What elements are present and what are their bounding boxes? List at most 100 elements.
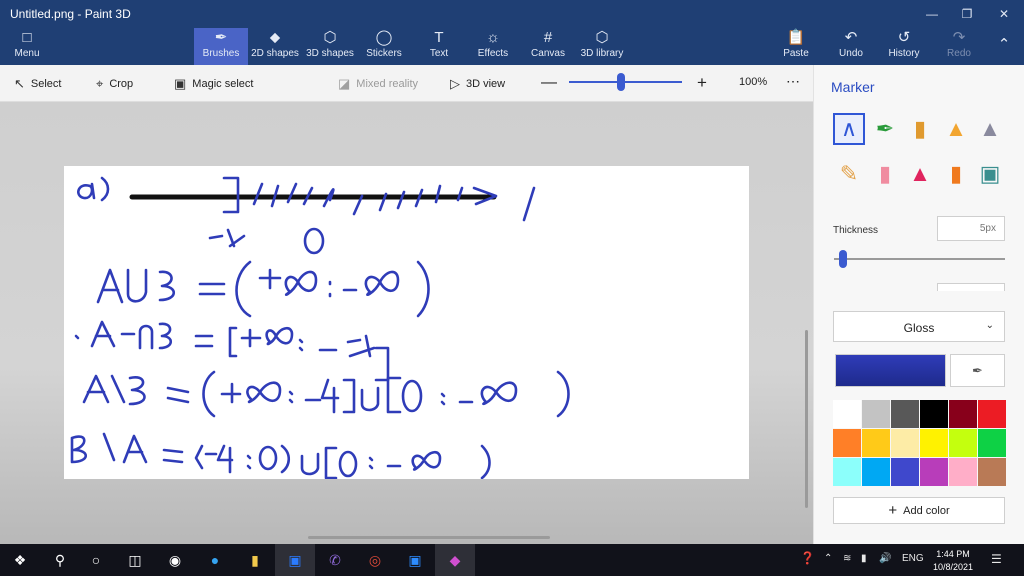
palette-color-swatch[interactable] xyxy=(862,400,890,428)
help-icon[interactable]: ❓ xyxy=(800,551,815,565)
palette-color-swatch[interactable] xyxy=(949,400,977,428)
zalo-button[interactable]: ▣ xyxy=(275,544,315,576)
crop-tool[interactable]: ⌖ Crop xyxy=(96,76,133,92)
crayon-icon[interactable]: ▲ xyxy=(904,158,936,190)
palette-color-swatch[interactable] xyxy=(978,429,1006,457)
palette-color-swatch[interactable] xyxy=(891,400,919,428)
eraser-icon[interactable]: ▮ xyxy=(869,158,901,190)
search-button[interactable]: ⚲ xyxy=(40,544,80,576)
more-options-button[interactable]: ⋯ xyxy=(786,73,800,90)
finish-value: Gloss xyxy=(903,321,935,335)
battery-icon[interactable]: ▮ xyxy=(861,553,867,564)
vertical-scrollbar[interactable] xyxy=(805,330,808,508)
color-palette xyxy=(833,400,1006,486)
paint3d-button[interactable]: ◆ xyxy=(435,544,475,576)
title-bar: Untitled.png - Paint 3D — ❐ ✕ xyxy=(0,0,1024,28)
tab-label: Brushes xyxy=(202,48,240,59)
palette-color-swatch[interactable] xyxy=(949,429,977,457)
zoom-out-button[interactable]: — xyxy=(541,74,557,92)
windows-icon: ❖ xyxy=(13,551,27,568)
close-button[interactable]: ✕ xyxy=(984,0,1024,28)
spray-can-icon[interactable]: ▮ xyxy=(940,158,972,190)
maximize-button[interactable]: ❐ xyxy=(947,0,987,28)
tab-text[interactable]: T Text xyxy=(422,28,456,65)
tab-canvas[interactable]: # Canvas xyxy=(529,28,567,65)
pencil-icon[interactable]: ✎ xyxy=(833,158,865,190)
calligraphy-pen-icon[interactable]: ✒ xyxy=(869,113,901,145)
select-tool[interactable]: ↖ Select xyxy=(14,76,61,92)
add-color-button[interactable]: + Add color xyxy=(833,497,1005,524)
tab-2d-shapes[interactable]: ⬥ 2D shapes xyxy=(250,28,300,65)
zoom-slider-thumb[interactable] xyxy=(616,73,625,91)
volume-icon[interactable]: 🔊 xyxy=(879,553,891,564)
menu-button[interactable]: □ Menu xyxy=(10,28,44,65)
zoom-in-button[interactable]: + xyxy=(697,73,707,93)
fill-bucket-icon[interactable]: ▣ xyxy=(974,158,1006,190)
palette-color-swatch[interactable] xyxy=(949,458,977,486)
palette-color-swatch[interactable] xyxy=(978,458,1006,486)
start-button[interactable]: ❖ xyxy=(0,544,40,576)
tab-effects[interactable]: ☼ Effects xyxy=(475,28,511,65)
palette-color-swatch[interactable] xyxy=(920,400,948,428)
3d-view-button[interactable]: ▷ 3D view xyxy=(450,76,505,92)
file-explorer-button[interactable]: ▮ xyxy=(235,544,275,576)
tab-label: 3D shapes xyxy=(306,48,354,59)
edge-button[interactable]: ● xyxy=(195,544,235,576)
notification-icon[interactable]: ☰ xyxy=(991,552,1002,566)
folder-icon: □ xyxy=(22,29,32,46)
tab-brushes[interactable]: ✒ Brushes xyxy=(194,28,248,65)
opacity-input[interactable] xyxy=(937,283,1005,291)
palette-color-swatch[interactable] xyxy=(862,429,890,457)
tab-3d-library[interactable]: ⬡ 3D library xyxy=(578,28,626,65)
task-view-button[interactable]: ◫ xyxy=(115,544,155,576)
chevron-up-icon[interactable]: ⌃ xyxy=(824,553,832,564)
taskbar-app-1[interactable]: ◉ xyxy=(155,544,195,576)
thickness-input[interactable]: 5px xyxy=(937,216,1005,241)
thickness-slider-thumb[interactable] xyxy=(838,250,847,268)
paint3d-icon: ◆ xyxy=(449,551,461,568)
tab-3d-shapes[interactable]: ⬡ 3D shapes xyxy=(305,28,355,65)
network-icon[interactable]: ≋ xyxy=(843,553,851,564)
undo-button[interactable]: ↶ Undo xyxy=(835,28,867,65)
zoom-app-button[interactable]: ▣ xyxy=(395,544,435,576)
palette-color-swatch[interactable] xyxy=(920,458,948,486)
palette-color-swatch[interactable] xyxy=(833,429,861,457)
minus-icon: — xyxy=(541,74,557,91)
palette-color-swatch[interactable] xyxy=(891,429,919,457)
viber-button[interactable]: ✆ xyxy=(315,544,355,576)
chevron-up-icon: ⌃ xyxy=(997,36,1011,53)
history-button[interactable]: ↺ History xyxy=(886,28,922,65)
chrome-button[interactable]: ◎ xyxy=(355,544,395,576)
palette-color-swatch[interactable] xyxy=(862,458,890,486)
zoom-slider-track[interactable] xyxy=(569,81,682,83)
palette-color-swatch[interactable] xyxy=(833,400,861,428)
horizontal-scrollbar[interactable] xyxy=(308,536,550,539)
current-color-swatch[interactable] xyxy=(835,354,946,387)
collapse-ribbon-button[interactable]: ⌃ xyxy=(992,28,1016,65)
marker-icon[interactable]: ∧ xyxy=(833,113,865,145)
magic-select-tool[interactable]: ▣ Magic select xyxy=(174,76,253,92)
palette-color-swatch[interactable] xyxy=(978,400,1006,428)
mixed-reality-button[interactable]: ◪ Mixed reality xyxy=(338,76,418,92)
finish-dropdown[interactable]: Gloss ⌄ xyxy=(833,311,1005,342)
drawing-canvas[interactable] xyxy=(64,166,749,479)
eyedropper-button[interactable]: ✒ xyxy=(950,354,1005,387)
cortana-button[interactable]: ○ xyxy=(76,544,116,576)
oil-brush-icon[interactable]: ▮ xyxy=(904,113,936,145)
sticker-icon: ◯ xyxy=(375,29,393,46)
thickness-slider-track[interactable] xyxy=(834,258,1005,260)
ribbon: □ Menu ✒ Brushes ⬥ 2D shapes ⬡ 3D shapes… xyxy=(0,28,1024,65)
cortana-icon: ○ xyxy=(91,552,101,568)
palette-color-swatch[interactable] xyxy=(920,429,948,457)
watercolor-icon[interactable]: ▲ xyxy=(940,113,972,145)
tab-label: Canvas xyxy=(531,48,565,59)
pixel-pen-icon[interactable]: ▲ xyxy=(974,113,1006,145)
brush-panel: Marker ∧ ✒ ▮ ▲ ▲ ✎ ▮ ▲ ▮ ▣ Thickness 5px… xyxy=(813,65,1024,544)
tab-stickers[interactable]: ◯ Stickers xyxy=(363,28,405,65)
clock[interactable]: 1:44 PM 10/8/2021 xyxy=(920,548,986,574)
redo-button[interactable]: ↷ Redo xyxy=(944,28,974,65)
minimize-button[interactable]: — xyxy=(912,0,952,28)
paste-button[interactable]: 📋 Paste xyxy=(780,28,812,65)
palette-color-swatch[interactable] xyxy=(833,458,861,486)
palette-color-swatch[interactable] xyxy=(891,458,919,486)
